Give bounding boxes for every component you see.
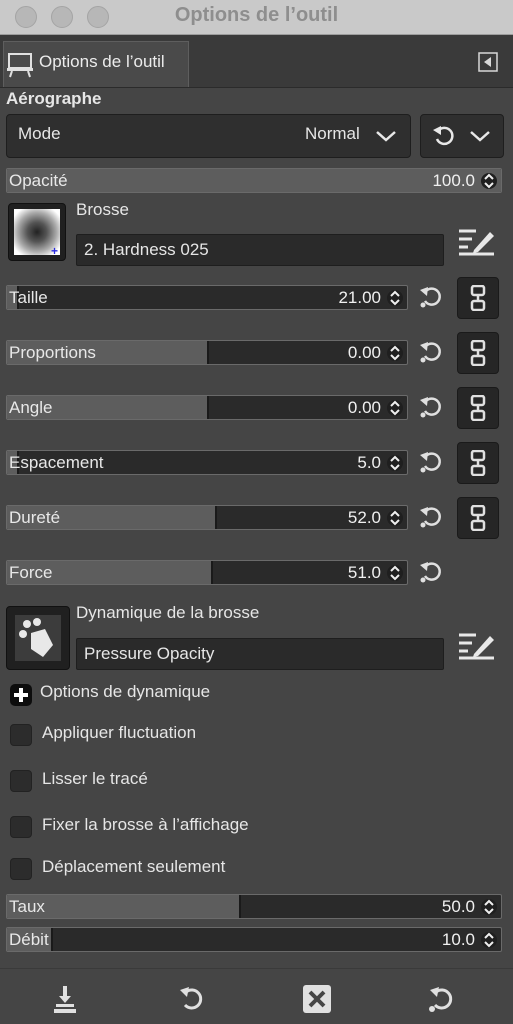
save-preset-icon[interactable] bbox=[50, 984, 80, 1014]
chain-link-icon bbox=[470, 450, 486, 476]
slider-value: 51.0 bbox=[347, 563, 381, 582]
link-to-dynamics-button[interactable] bbox=[457, 387, 499, 429]
spin-arrows-icon[interactable] bbox=[480, 931, 498, 949]
tool-name-heading: Aérographe bbox=[6, 89, 102, 108]
slider-label: Espacement bbox=[9, 453, 104, 472]
link-to-dynamics-button[interactable] bbox=[457, 332, 499, 374]
reset-icon[interactable] bbox=[426, 984, 456, 1014]
slider-3[interactable]: Espacement 5.0 bbox=[6, 450, 408, 475]
brush-name: 2. Hardness 025 bbox=[84, 240, 209, 259]
mode-value: Normal bbox=[305, 124, 360, 143]
slider-label: Force bbox=[9, 563, 53, 582]
chain-link-icon bbox=[470, 505, 486, 531]
chain-link-icon bbox=[470, 285, 486, 311]
spin-arrows-icon[interactable] bbox=[386, 509, 404, 527]
dynamics-name: Pressure Opacity bbox=[84, 644, 215, 663]
spin-arrows-icon[interactable] bbox=[386, 399, 404, 417]
flow-label: Débit bbox=[9, 930, 49, 949]
slider-0[interactable]: Taille 21.00 bbox=[6, 285, 408, 310]
mode-label: Mode bbox=[18, 124, 61, 143]
slider-5[interactable]: Force 51.0 bbox=[6, 560, 408, 585]
reset-icon bbox=[433, 126, 454, 146]
slider-value: 5.0 bbox=[357, 453, 381, 472]
slider-label: Taille bbox=[9, 288, 48, 307]
slider-label: Angle bbox=[9, 398, 53, 417]
chevron-down-icon bbox=[470, 131, 490, 142]
reset-icon[interactable] bbox=[418, 284, 444, 310]
dynamics-label: Dynamique de la brosse bbox=[76, 603, 260, 622]
slider-value: 21.00 bbox=[338, 288, 381, 307]
checkbox[interactable] bbox=[10, 816, 32, 838]
edit-brush-icon[interactable] bbox=[456, 222, 496, 258]
checkbox-label[interactable]: Fixer la brosse à l’affichage bbox=[42, 815, 249, 835]
checkbox[interactable] bbox=[10, 724, 32, 746]
dynamics-preview-button[interactable] bbox=[6, 606, 70, 670]
spin-arrows-icon[interactable] bbox=[480, 172, 498, 190]
checkbox[interactable] bbox=[10, 770, 32, 792]
spin-arrows-icon[interactable] bbox=[386, 289, 404, 307]
toolbar-divider bbox=[0, 968, 513, 969]
slider-1[interactable]: Proportions 0.00 bbox=[6, 340, 408, 365]
link-to-dynamics-button[interactable] bbox=[457, 442, 499, 484]
slider-2[interactable]: Angle 0.00 bbox=[6, 395, 408, 420]
rate-label: Taux bbox=[9, 897, 45, 916]
slider-4[interactable]: Dureté 52.0 bbox=[6, 505, 408, 530]
opacity-slider[interactable]: Opacité 100.0 bbox=[6, 168, 502, 193]
reset-icon[interactable] bbox=[418, 504, 444, 530]
delete-icon[interactable] bbox=[302, 984, 332, 1014]
brush-preview-button[interactable]: + bbox=[8, 203, 66, 261]
flow-slider[interactable]: Débit 10.0 bbox=[6, 927, 502, 952]
reset-icon[interactable] bbox=[418, 394, 444, 420]
edit-dynamics-icon[interactable] bbox=[456, 626, 496, 662]
spin-arrows-icon[interactable] bbox=[386, 344, 404, 362]
dynamics-icon bbox=[15, 615, 61, 661]
reset-icon[interactable] bbox=[418, 559, 444, 585]
checkbox-label[interactable]: Lisser le tracé bbox=[42, 769, 148, 789]
reset-icon[interactable] bbox=[418, 339, 444, 365]
opacity-slider-fill bbox=[7, 169, 501, 192]
opacity-value: 100.0 bbox=[432, 171, 475, 190]
spin-arrows-icon[interactable] bbox=[386, 564, 404, 582]
chain-link-icon bbox=[470, 395, 486, 421]
tool-options-icon bbox=[7, 53, 33, 78]
link-to-dynamics-button[interactable] bbox=[457, 277, 499, 319]
rate-value: 50.0 bbox=[441, 897, 475, 916]
checkbox[interactable] bbox=[10, 858, 32, 880]
checkbox-label[interactable]: Appliquer fluctuation bbox=[42, 723, 196, 743]
rate-slider[interactable]: Taux 50.0 bbox=[6, 894, 502, 919]
slider-label: Dureté bbox=[9, 508, 61, 527]
reset-icon[interactable] bbox=[418, 449, 444, 475]
slider-value: 0.00 bbox=[347, 398, 381, 417]
chevron-down-icon bbox=[376, 131, 396, 142]
chain-link-icon bbox=[470, 340, 486, 366]
flow-value: 10.0 bbox=[441, 930, 475, 949]
checkbox-label[interactable]: Déplacement seulement bbox=[42, 857, 225, 877]
opacity-label: Opacité bbox=[9, 171, 68, 190]
slider-value: 0.00 bbox=[347, 343, 381, 362]
brush-label: Brosse bbox=[76, 200, 129, 219]
tab-menu-icon[interactable] bbox=[478, 52, 498, 72]
expand-plus-icon[interactable] bbox=[10, 684, 32, 706]
dynamics-options-expander[interactable]: Options de dynamique bbox=[40, 682, 210, 702]
restore-icon[interactable] bbox=[177, 984, 207, 1014]
spin-arrows-icon[interactable] bbox=[386, 454, 404, 472]
plus-icon: + bbox=[51, 244, 59, 258]
slider-value: 52.0 bbox=[347, 508, 381, 527]
spin-arrows-icon[interactable] bbox=[480, 898, 498, 916]
window-title: Options de l’outil bbox=[174, 4, 339, 26]
link-to-dynamics-button[interactable] bbox=[457, 497, 499, 539]
slider-label: Proportions bbox=[9, 343, 96, 362]
tab-label: Options de l’outil bbox=[39, 52, 165, 71]
